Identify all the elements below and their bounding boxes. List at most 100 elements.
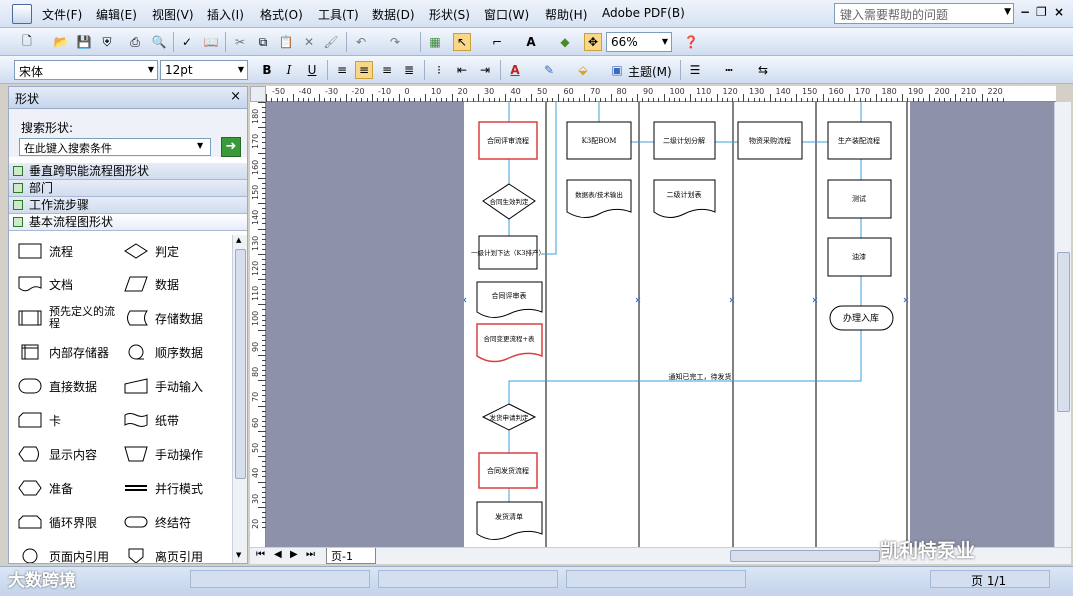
chevron-down-icon[interactable]: ▼: [148, 65, 154, 74]
pointer-tool-icon[interactable]: ↖: [453, 33, 471, 51]
delete-icon[interactable]: ✕: [300, 33, 318, 51]
print-preview-icon[interactable]: 🔍: [150, 33, 168, 51]
menu-adobe-pdf[interactable]: Adobe PDF(B): [602, 6, 685, 20]
decrease-indent-icon[interactable]: ⇤: [453, 61, 471, 79]
fill-color-icon[interactable]: ⬙: [574, 61, 592, 79]
shape-loop-limit[interactable]: 循环界限: [17, 510, 97, 534]
chevron-down-icon[interactable]: ▼: [1004, 7, 1011, 17]
format-painter-icon[interactable]: 🖌: [322, 33, 340, 51]
bold-button[interactable]: B: [258, 61, 276, 79]
horizontal-ruler[interactable]: -50 -40 -30 -20 -10 0 10 20 30 40 50 60 70 80 90 100 110…: [266, 86, 1056, 102]
paste-icon[interactable]: 📋: [277, 33, 295, 51]
increase-indent-icon[interactable]: ⇥: [476, 61, 494, 79]
ruler-corner[interactable]: [250, 86, 266, 102]
stencil-workflow-steps[interactable]: 工作流步骤: [9, 197, 247, 214]
menu-data[interactable]: 数据(D): [372, 6, 415, 23]
next-page-icon[interactable]: ▶: [290, 549, 298, 560]
page-tab[interactable]: 页-1: [326, 548, 376, 564]
stencil-department[interactable]: 部门: [9, 180, 247, 197]
help-icon[interactable]: ❓: [682, 33, 700, 51]
menu-window[interactable]: 窗口(W): [484, 6, 529, 23]
minimize-icon[interactable]: −: [1020, 5, 1030, 19]
align-right-icon[interactable]: ≡: [378, 61, 396, 79]
chevron-down-icon[interactable]: ▼: [197, 141, 203, 150]
spelling-icon[interactable]: ✓: [178, 33, 196, 51]
zoom-combo[interactable]: 66% ▼: [606, 32, 672, 52]
drawing-page[interactable]: 合同评审流程 合同生效判定 一级计划下达（K3排产） 合同评审表 合同变更流程+…: [464, 102, 910, 547]
scrollbar-thumb[interactable]: [1057, 252, 1070, 412]
shape-preparation[interactable]: 准备: [17, 476, 73, 500]
drawing-canvas[interactable]: 合同评审流程 合同生效判定 一级计划下达（K3排产） 合同评审表 合同变更流程+…: [266, 102, 1054, 547]
shape-process[interactable]: 流程: [17, 239, 73, 263]
shape-sequential-data[interactable]: 顺序数据: [123, 340, 203, 364]
font-name-combo[interactable]: 宋体 ▼: [14, 60, 158, 80]
shape-on-page-reference[interactable]: 页面内引用: [17, 544, 109, 563]
pan-zoom-icon[interactable]: ✥: [584, 33, 602, 51]
chevron-up-icon[interactable]: ▲: [236, 236, 241, 244]
fill-shape-icon[interactable]: ◆: [556, 33, 574, 51]
col1-shapes[interactable]: [476, 121, 543, 540]
shapes-window-icon[interactable]: ▦: [426, 33, 444, 51]
shape-direct-data[interactable]: 直接数据: [17, 374, 97, 398]
line-ends-icon[interactable]: ⇆: [754, 61, 772, 79]
visio-app-icon[interactable]: [12, 4, 32, 24]
theme-icon[interactable]: ▣: [608, 61, 626, 79]
menu-help[interactable]: 帮助(H): [545, 6, 587, 23]
copy-icon[interactable]: ⧉: [254, 33, 272, 51]
scrollbar-thumb[interactable]: [235, 249, 246, 479]
shape-document[interactable]: 文档: [17, 272, 73, 296]
search-go-button[interactable]: ➜: [221, 137, 241, 157]
undo-icon[interactable]: ↶: [352, 33, 370, 51]
horizontal-scrollbar-thumb[interactable]: [730, 550, 880, 562]
print-icon[interactable]: ⎙: [126, 33, 144, 51]
line-weight-icon[interactable]: ☰: [686, 61, 704, 79]
shape-paper-tape[interactable]: 纸带: [123, 408, 179, 432]
redo-icon[interactable]: ↷: [386, 33, 404, 51]
shape-display[interactable]: 显示内容: [17, 442, 97, 466]
new-document-icon[interactable]: 🗋: [18, 33, 36, 51]
theme-button[interactable]: 主题(M): [628, 63, 672, 80]
text-tool-icon[interactable]: A: [522, 33, 540, 51]
prev-page-icon[interactable]: ◀: [274, 549, 282, 560]
menu-edit[interactable]: 编辑(E): [96, 6, 137, 23]
menu-format[interactable]: 格式(O): [260, 6, 303, 23]
underline-button[interactable]: U: [303, 61, 321, 79]
menu-insert[interactable]: 插入(I): [207, 6, 244, 23]
font-color-icon[interactable]: A: [506, 61, 524, 79]
close-icon[interactable]: ×: [1054, 5, 1064, 19]
chevron-down-icon[interactable]: ▼: [238, 65, 244, 74]
permission-icon[interactable]: ⛨: [98, 33, 116, 51]
menu-view[interactable]: 视图(V): [152, 6, 194, 23]
connector-tool-icon[interactable]: ⌐: [488, 33, 506, 51]
align-center-icon[interactable]: ≡: [355, 61, 373, 79]
chevron-down-icon[interactable]: ▼: [662, 37, 668, 46]
menu-shape[interactable]: 形状(S): [429, 6, 470, 23]
shape-stored-data[interactable]: 存储数据: [123, 306, 203, 330]
font-size-combo[interactable]: 12pt ▼: [160, 60, 248, 80]
shape-data[interactable]: 数据: [123, 272, 179, 296]
shape-parallel-mode[interactable]: 并行模式: [123, 476, 203, 500]
open-folder-icon[interactable]: 📂: [52, 33, 70, 51]
shape-predefined-process[interactable]: 预先定义的流程: [17, 306, 125, 330]
save-icon[interactable]: 💾: [75, 33, 93, 51]
stencil-basic-flowchart[interactable]: 基本流程图形状: [9, 214, 247, 231]
shape-decision[interactable]: 判定: [123, 239, 179, 263]
align-left-icon[interactable]: ≡: [333, 61, 351, 79]
line-pattern-icon[interactable]: ┅: [720, 61, 738, 79]
shape-card[interactable]: 卡: [17, 408, 61, 432]
shapes-scrollbar[interactable]: ▲ ▼: [232, 235, 247, 563]
close-icon[interactable]: ×: [230, 89, 241, 104]
stencil-cross-functional[interactable]: 垂直跨职能流程图形状: [9, 163, 247, 180]
search-input[interactable]: 在此键入搜索条件: [19, 138, 211, 156]
cut-icon[interactable]: ✂: [231, 33, 249, 51]
flowchart-diagram[interactable]: 合同评审流程 合同生效判定 一级计划下达（K3排产） 合同评审表 合同变更流程+…: [464, 102, 910, 547]
vertical-scrollbar[interactable]: [1054, 102, 1071, 547]
last-page-icon[interactable]: ⏭: [306, 549, 315, 560]
first-page-icon[interactable]: ⏮: [256, 549, 265, 560]
justify-icon[interactable]: ≣: [400, 61, 418, 79]
shape-manual-input[interactable]: 手动输入: [123, 374, 203, 398]
shape-terminator[interactable]: 终结符: [123, 510, 191, 534]
vertical-ruler[interactable]: 180 170 160 150 140 130 120 110 100 90 80 70 60 50 40 3…: [250, 102, 266, 547]
bullets-icon[interactable]: ⁝: [430, 61, 448, 79]
shape-off-page-reference[interactable]: 离页引用: [123, 544, 203, 563]
